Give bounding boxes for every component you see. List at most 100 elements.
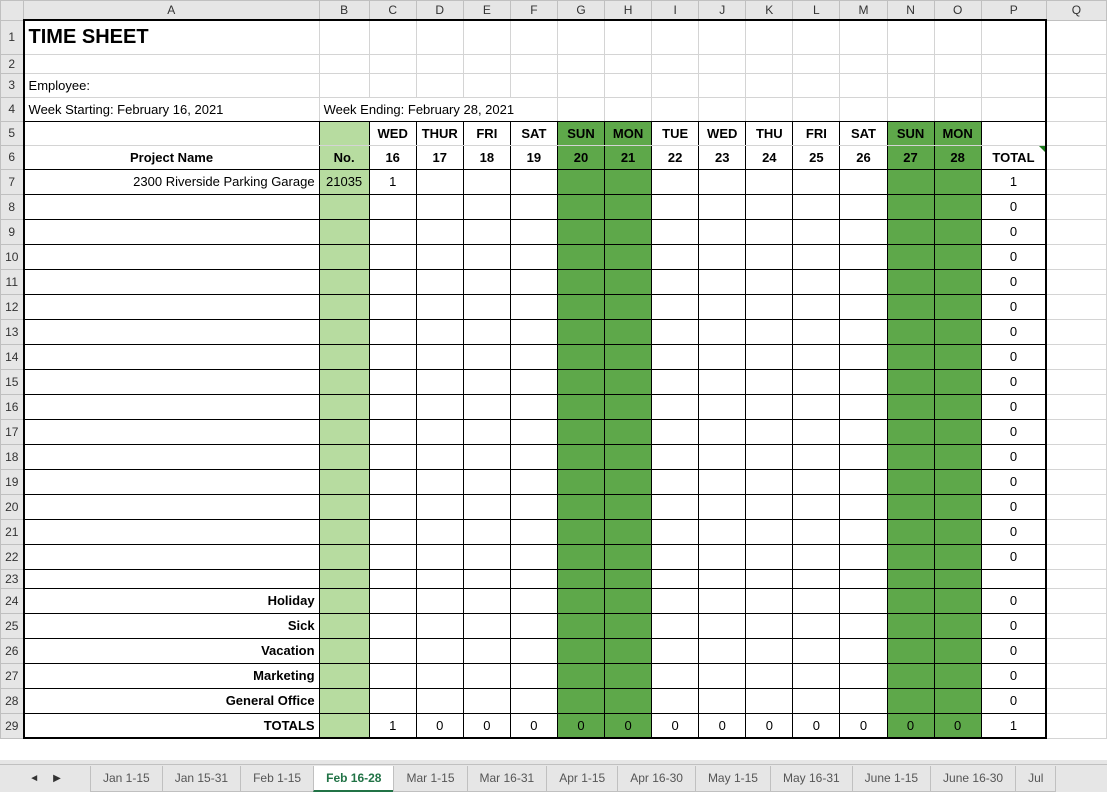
hours-cell[interactable]: [840, 269, 887, 294]
sheet-tab[interactable]: Jan 1-15: [90, 766, 163, 792]
hours-cell[interactable]: [746, 269, 793, 294]
project-no[interactable]: [319, 344, 369, 369]
hours-cell[interactable]: [605, 369, 652, 394]
hours-cell[interactable]: [557, 688, 604, 713]
hours-cell[interactable]: [746, 394, 793, 419]
hours-cell[interactable]: [746, 219, 793, 244]
hours-cell[interactable]: [887, 219, 934, 244]
hours-cell[interactable]: [652, 663, 699, 688]
project-no[interactable]: 21035: [319, 169, 369, 194]
hours-cell[interactable]: [699, 638, 746, 663]
hours-cell[interactable]: [840, 394, 887, 419]
row-header-13[interactable]: 13: [1, 319, 24, 344]
hours-cell[interactable]: [416, 319, 463, 344]
hours-cell[interactable]: [605, 688, 652, 713]
hours-cell[interactable]: [746, 638, 793, 663]
hours-cell[interactable]: [699, 444, 746, 469]
hours-cell[interactable]: [699, 469, 746, 494]
hours-cell[interactable]: [369, 194, 416, 219]
hours-cell[interactable]: [840, 419, 887, 444]
cell[interactable]: [793, 20, 840, 54]
hours-cell[interactable]: [416, 369, 463, 394]
hours-cell[interactable]: [746, 344, 793, 369]
col-header-B[interactable]: B: [319, 1, 369, 21]
hours-cell[interactable]: [605, 494, 652, 519]
row-header-28[interactable]: 28: [1, 688, 24, 713]
hours-cell[interactable]: [934, 194, 981, 219]
hours-cell[interactable]: [557, 469, 604, 494]
hours-cell[interactable]: [605, 519, 652, 544]
hours-cell[interactable]: [557, 194, 604, 219]
col-header-H[interactable]: H: [605, 1, 652, 21]
hours-cell[interactable]: [699, 294, 746, 319]
hours-cell[interactable]: [840, 613, 887, 638]
hours-cell[interactable]: [605, 269, 652, 294]
hours-cell[interactable]: [934, 294, 981, 319]
hours-cell[interactable]: [557, 369, 604, 394]
hours-cell[interactable]: [652, 469, 699, 494]
row-header-11[interactable]: 11: [1, 269, 24, 294]
hours-cell[interactable]: [369, 588, 416, 613]
row-header-20[interactable]: 20: [1, 494, 24, 519]
hours-cell[interactable]: [699, 613, 746, 638]
hours-cell[interactable]: [416, 663, 463, 688]
hours-cell[interactable]: [369, 519, 416, 544]
hours-cell[interactable]: [416, 244, 463, 269]
row-header-24[interactable]: 24: [1, 588, 24, 613]
hours-cell[interactable]: [416, 544, 463, 569]
hours-cell[interactable]: [510, 319, 557, 344]
project-name[interactable]: 2300 Riverside Parking Garage: [24, 169, 320, 194]
hours-cell[interactable]: [887, 269, 934, 294]
hours-cell[interactable]: [934, 613, 981, 638]
hours-cell[interactable]: [510, 344, 557, 369]
project-name[interactable]: [24, 344, 320, 369]
col-header-D[interactable]: D: [416, 1, 463, 21]
hours-cell[interactable]: [934, 269, 981, 294]
hours-cell[interactable]: [887, 688, 934, 713]
hours-cell[interactable]: [605, 469, 652, 494]
hours-cell[interactable]: [557, 394, 604, 419]
hours-cell[interactable]: [463, 544, 510, 569]
hours-cell[interactable]: [793, 638, 840, 663]
cell[interactable]: [510, 20, 557, 54]
hours-cell[interactable]: [699, 319, 746, 344]
hours-cell[interactable]: [369, 419, 416, 444]
col-header-C[interactable]: C: [369, 1, 416, 21]
hours-cell[interactable]: [416, 519, 463, 544]
hours-cell[interactable]: [416, 269, 463, 294]
hours-cell[interactable]: [369, 319, 416, 344]
select-all-cell[interactable]: [1, 1, 24, 21]
hours-cell[interactable]: [652, 244, 699, 269]
row-header-26[interactable]: 26: [1, 638, 24, 663]
hours-cell[interactable]: [369, 613, 416, 638]
hours-cell[interactable]: [840, 344, 887, 369]
hours-cell[interactable]: 1: [369, 169, 416, 194]
hours-cell[interactable]: [369, 244, 416, 269]
hours-cell[interactable]: [605, 194, 652, 219]
col-header-N[interactable]: N: [887, 1, 934, 21]
sheet-tab[interactable]: May 16-31: [770, 766, 853, 792]
project-name[interactable]: [24, 494, 320, 519]
sheet-tab[interactable]: Apr 16-30: [617, 766, 696, 792]
hours-cell[interactable]: [793, 269, 840, 294]
hours-cell[interactable]: [416, 394, 463, 419]
hours-cell[interactable]: [510, 394, 557, 419]
hours-cell[interactable]: [699, 419, 746, 444]
row-header-8[interactable]: 8: [1, 194, 24, 219]
hours-cell[interactable]: [463, 294, 510, 319]
hours-cell[interactable]: [605, 419, 652, 444]
hours-cell[interactable]: [416, 219, 463, 244]
cell[interactable]: [1046, 20, 1106, 54]
hours-cell[interactable]: [416, 344, 463, 369]
cell[interactable]: [981, 20, 1046, 54]
hours-cell[interactable]: [463, 369, 510, 394]
hours-cell[interactable]: [463, 244, 510, 269]
hours-cell[interactable]: [416, 588, 463, 613]
hours-cell[interactable]: [510, 269, 557, 294]
hours-cell[interactable]: [934, 219, 981, 244]
hours-cell[interactable]: [652, 544, 699, 569]
hours-cell[interactable]: [746, 613, 793, 638]
hours-cell[interactable]: [840, 444, 887, 469]
hours-cell[interactable]: [793, 394, 840, 419]
cell[interactable]: [746, 20, 793, 54]
